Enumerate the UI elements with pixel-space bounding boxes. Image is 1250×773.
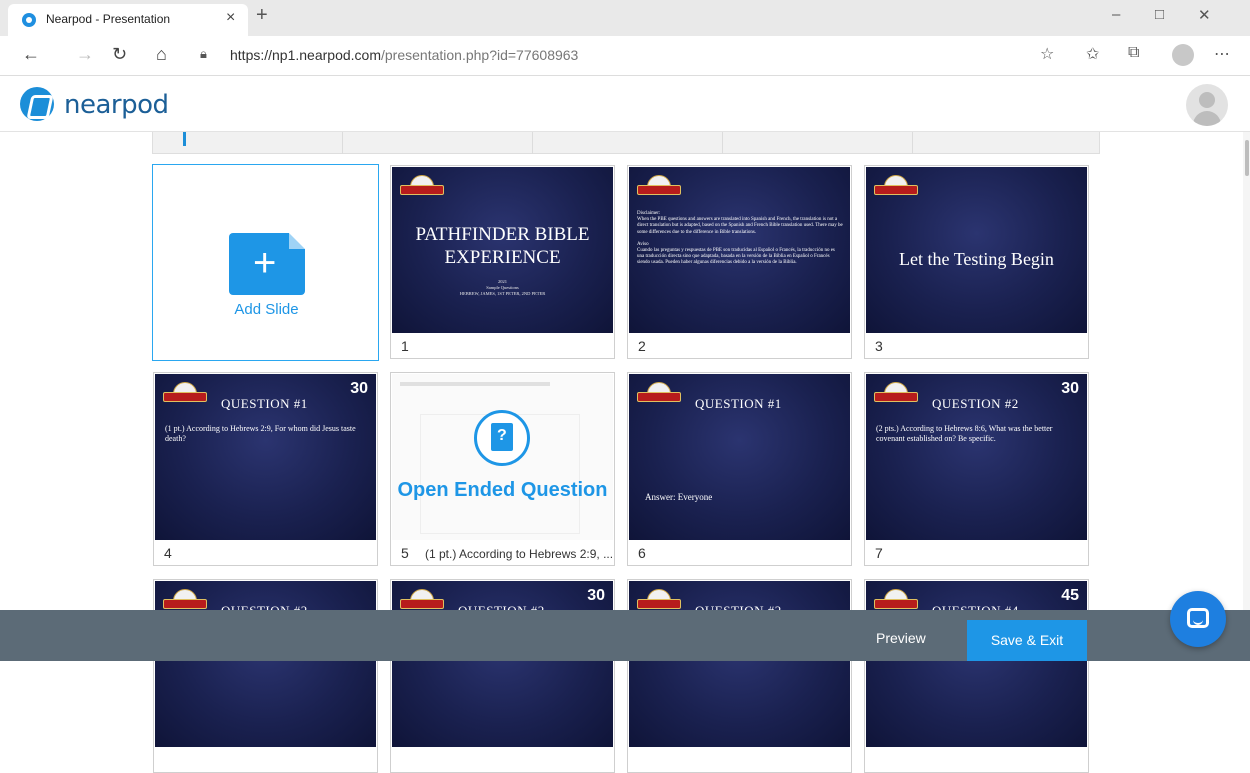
slide-card-7[interactable]: 30 QUESTION #2 (2 pts.) According to Heb… — [864, 372, 1089, 566]
add-slide-button[interactable]: + Add Slide — [152, 164, 379, 361]
tab-section-4[interactable] — [723, 132, 913, 154]
slide-card-11[interactable]: 45 QUESTION #4 — [864, 579, 1089, 773]
chat-icon — [1187, 608, 1209, 628]
tab-all-slides[interactable] — [153, 132, 343, 154]
tab-close-icon[interactable]: × — [226, 9, 235, 27]
browser-tab-bar: Nearpod - Presentation × + – □ ✕ — [0, 0, 1250, 36]
app-header: nearpod — [0, 76, 1250, 132]
slide-number: 2 — [638, 338, 646, 354]
pbe-logo-icon — [637, 382, 681, 408]
slide-thumbnail: QUESTION #1 Answer: Everyone — [629, 374, 850, 540]
add-file-icon: + — [229, 233, 305, 295]
open-ended-preview: Open Ended Question — [392, 374, 613, 540]
nearpod-favicon-icon — [22, 13, 36, 27]
home-icon[interactable]: ⌂ — [156, 44, 167, 65]
slide-thumbnail: Disclaimer: When the PBE questions and a… — [629, 167, 850, 333]
question-title: QUESTION #1 — [695, 396, 782, 411]
slide-thumbnail: Let the Testing Begin — [866, 167, 1087, 333]
add-slide-label: Add Slide — [234, 301, 299, 318]
pbe-logo-icon — [874, 382, 918, 408]
slide-thumbnail: PATHFINDER BIBLE EXPERIENCE 2021 Sample … — [392, 167, 613, 333]
tab-section-3[interactable] — [533, 132, 723, 154]
slide-card-1[interactable]: PATHFINDER BIBLE EXPERIENCE 2021 Sample … — [390, 165, 615, 359]
slide-thumbnail: 30 QUESTION #1 (1 pt.) According to Hebr… — [155, 374, 376, 540]
slide-subtitle-books: HEBREW, JAMES, 1ST PETER, 2ND PETER — [459, 291, 546, 296]
chat-support-button[interactable] — [1170, 591, 1226, 647]
collections-icon[interactable]: ⧉ — [1128, 44, 1139, 62]
slide-title: PATHFINDER BIBLE EXPERIENCE — [415, 224, 590, 268]
nearpod-logo-text[interactable]: nearpod — [64, 90, 169, 120]
slide-thumbnail: 30 QUESTION #2 (2 pts.) According to Heb… — [866, 374, 1087, 540]
question-text: (1 pt.) According to Hebrews 2:9, For wh… — [165, 424, 356, 443]
scrollbar-thumb[interactable] — [1245, 140, 1249, 176]
points-badge: 30 — [587, 587, 605, 604]
favorite-star-icon[interactable]: ☆ — [1040, 44, 1054, 64]
slide-card-9[interactable]: 30 QUESTION #2 — [390, 579, 615, 773]
nearpod-logo-icon[interactable] — [20, 87, 54, 121]
points-badge: 45 — [1061, 587, 1079, 604]
back-icon[interactable]: ← — [22, 44, 40, 65]
page-scrollbar[interactable] — [1243, 132, 1250, 610]
points-badge: 30 — [350, 380, 368, 397]
slide-thumbnail: QUESTION #2 — [155, 581, 376, 747]
slide-number: 5 — [401, 545, 409, 561]
slide-card-2[interactable]: Disclaimer: When the PBE questions and a… — [627, 165, 852, 359]
question-text: (2 pts.) According to Hebrews 8:6, What … — [876, 424, 1053, 443]
refresh-icon[interactable]: ↻ — [112, 44, 127, 65]
slide-disclaimer: Disclaimer: When the PBE questions and a… — [637, 211, 843, 266]
pbe-logo-icon — [637, 175, 681, 201]
tab-title: Nearpod - Presentation — [46, 12, 171, 26]
slide-thumbnail: QUESTION #2 — [629, 581, 850, 747]
open-ended-question-icon — [474, 410, 530, 466]
tab-section-2[interactable] — [343, 132, 533, 154]
forward-icon[interactable]: → — [76, 44, 94, 65]
browser-profile-icon[interactable] — [1172, 44, 1194, 66]
minimize-icon[interactable]: – — [1112, 6, 1120, 23]
user-avatar[interactable] — [1186, 84, 1228, 126]
slide-card-8[interactable]: QUESTION #2 — [153, 579, 378, 773]
save-exit-button[interactable]: Save & Exit — [967, 620, 1087, 661]
slide-card-3[interactable]: Let the Testing Begin 3 — [864, 165, 1089, 359]
browser-tab[interactable]: Nearpod - Presentation × — [8, 4, 248, 36]
slide-title: Let the Testing Begin — [899, 249, 1054, 269]
url-text: https://np1.nearpod.com/presentation.php… — [230, 47, 579, 63]
slide-thumbnail: 45 QUESTION #4 — [866, 581, 1087, 747]
url-field[interactable]: 🔒︎ https://np1.nearpod.com/presentation.… — [200, 43, 1020, 69]
close-window-icon[interactable]: ✕ — [1198, 6, 1211, 24]
slide-number: 3 — [875, 338, 883, 354]
section-tabs-strip — [152, 132, 1100, 154]
activity-type-label: Open Ended Question — [397, 479, 608, 501]
slide-number: 4 — [164, 545, 172, 561]
slide-caption: (1 pt.) According to Hebrews 2:9, ... — [425, 547, 614, 561]
question-title: QUESTION #2 — [932, 396, 1019, 411]
slide-thumbnail: 30 QUESTION #2 — [392, 581, 613, 747]
slide-number: 7 — [875, 545, 883, 561]
address-bar: ← → ↻ ⌂ 🔒︎ https://np1.nearpod.com/prese… — [0, 36, 1250, 76]
pbe-logo-icon — [163, 382, 207, 408]
points-badge: 30 — [1061, 380, 1079, 397]
new-tab-icon[interactable]: + — [256, 4, 268, 27]
slide-card-6[interactable]: QUESTION #1 Answer: Everyone 6 — [627, 372, 852, 566]
more-menu-icon[interactable]: ⋯ — [1214, 44, 1230, 64]
slide-card-4[interactable]: 30 QUESTION #1 (1 pt.) According to Hebr… — [153, 372, 378, 566]
slide-card-5[interactable]: Open Ended Question 5 (1 pt.) According … — [390, 372, 615, 566]
restore-icon[interactable]: □ — [1155, 6, 1164, 23]
question-title: QUESTION #1 — [221, 396, 308, 411]
slide-number: 1 — [401, 338, 409, 354]
favorites-list-icon[interactable]: ✩ — [1086, 44, 1099, 64]
pbe-logo-icon — [400, 175, 444, 201]
preview-button[interactable]: Preview — [876, 630, 926, 646]
pbe-logo-icon — [874, 175, 918, 201]
slide-card-10[interactable]: QUESTION #2 — [627, 579, 852, 773]
lock-icon: 🔒︎ — [200, 46, 207, 61]
answer-text: Answer: Everyone — [645, 492, 713, 502]
bottom-action-bar: Preview Save & Exit — [0, 610, 1250, 661]
slide-number: 6 — [638, 545, 646, 561]
